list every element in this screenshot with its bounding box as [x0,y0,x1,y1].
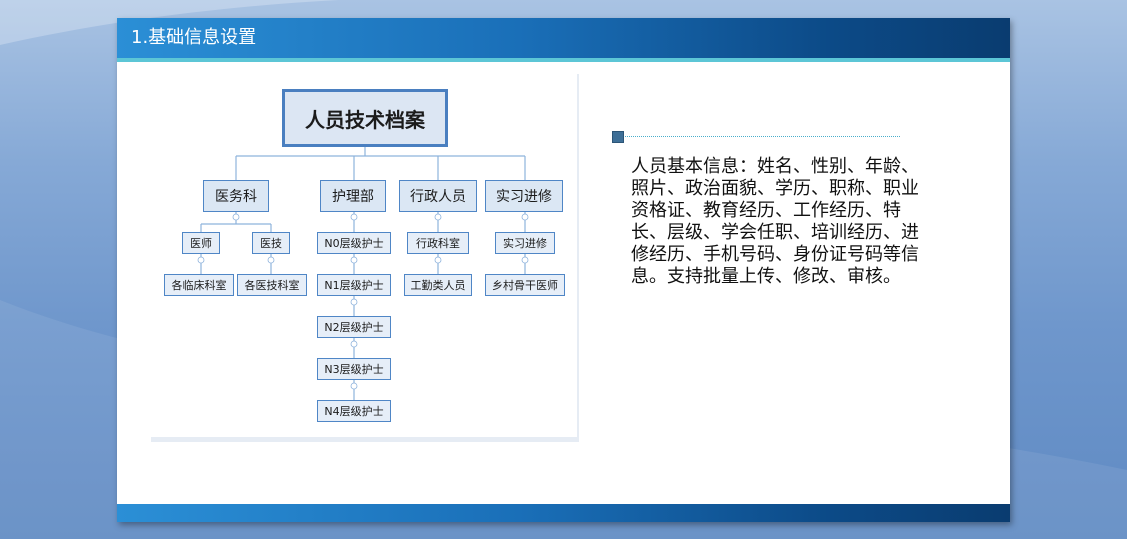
org-node-nurse-n0: N0层级护士 [317,232,391,254]
org-node-nurse-n3: N3层级护士 [317,358,391,380]
org-node-medical-tech: 医技 [252,232,290,254]
org-node-interns: 实习进修 [495,232,555,254]
org-node-admin-depts: 行政科室 [407,232,469,254]
bullet-divider [612,131,902,143]
org-node-clinical-depts: 各临床科室 [164,274,234,296]
org-node-nurse-n2: N2层级护士 [317,316,391,338]
org-node-nursing: 护理部 [320,180,386,212]
org-node-nurse-n1: N1层级护士 [317,274,391,296]
slide: 1.基础信息设置 人员技术档案 医务科 护理部 行政人员 实习进修 医师 医技 … [117,18,1010,522]
dotted-rule [625,136,900,137]
description-text: 人员基本信息：姓名、性别、年龄、照片、政治面貌、学历、职称、职业资格证、教育经历… [631,156,919,287]
bottom-bar [117,504,1010,522]
org-chart: 人员技术档案 医务科 护理部 行政人员 实习进修 医师 医技 各临床科室 各医技… [151,74,579,442]
org-node-service-staff: 工勤类人员 [404,274,472,296]
slide-title: 1.基础信息设置 [131,27,257,48]
org-node-internship: 实习进修 [485,180,563,212]
org-node-administration: 行政人员 [399,180,477,212]
title-accent-line [117,58,1010,62]
org-node-medtech-depts: 各医技科室 [237,274,307,296]
org-node-rural-doctors: 乡村骨干医师 [485,274,565,296]
org-node-medical-affairs: 医务科 [203,180,269,212]
org-node-nurse-n4: N4层级护士 [317,400,391,422]
org-root-node: 人员技术档案 [282,89,448,147]
bullet-square-icon [612,131,624,143]
title-bar: 1.基础信息设置 [117,18,1010,58]
org-node-physician: 医师 [182,232,220,254]
